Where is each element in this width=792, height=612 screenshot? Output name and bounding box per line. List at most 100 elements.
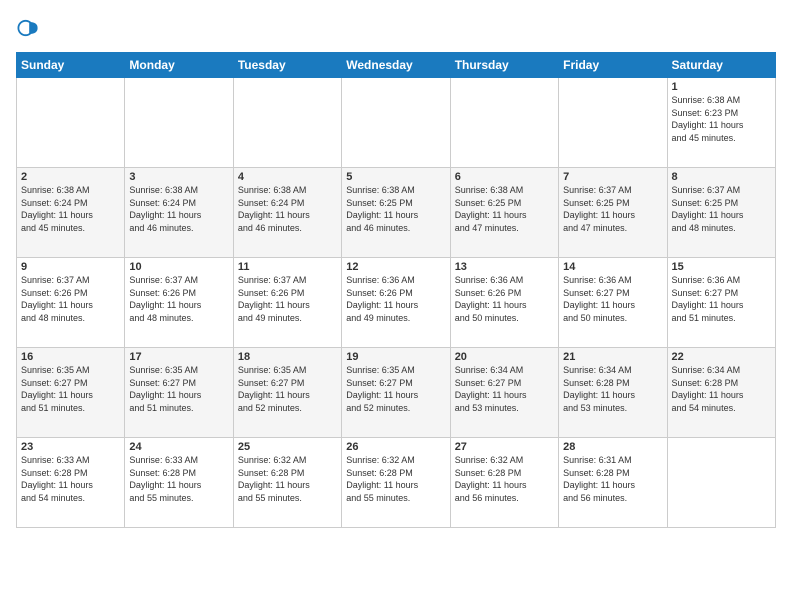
day-info: Sunrise: 6:36 AM Sunset: 6:27 PM Dayligh… xyxy=(672,274,771,324)
calendar-cell: 11Sunrise: 6:37 AM Sunset: 6:26 PM Dayli… xyxy=(233,258,341,348)
day-info: Sunrise: 6:34 AM Sunset: 6:27 PM Dayligh… xyxy=(455,364,554,414)
calendar-week-5: 23Sunrise: 6:33 AM Sunset: 6:28 PM Dayli… xyxy=(17,438,776,528)
calendar-cell: 6Sunrise: 6:38 AM Sunset: 6:25 PM Daylig… xyxy=(450,168,558,258)
day-info: Sunrise: 6:32 AM Sunset: 6:28 PM Dayligh… xyxy=(455,454,554,504)
day-number: 18 xyxy=(238,351,337,363)
calendar-cell xyxy=(342,78,450,168)
day-number: 2 xyxy=(21,171,120,183)
day-info: Sunrise: 6:34 AM Sunset: 6:28 PM Dayligh… xyxy=(672,364,771,414)
calendar-cell: 25Sunrise: 6:32 AM Sunset: 6:28 PM Dayli… xyxy=(233,438,341,528)
calendar-cell: 20Sunrise: 6:34 AM Sunset: 6:27 PM Dayli… xyxy=(450,348,558,438)
day-info: Sunrise: 6:33 AM Sunset: 6:28 PM Dayligh… xyxy=(21,454,120,504)
calendar-cell: 15Sunrise: 6:36 AM Sunset: 6:27 PM Dayli… xyxy=(667,258,775,348)
weekday-header-monday: Monday xyxy=(125,53,233,78)
day-number: 26 xyxy=(346,441,445,453)
day-number: 6 xyxy=(455,171,554,183)
calendar-cell xyxy=(233,78,341,168)
day-info: Sunrise: 6:38 AM Sunset: 6:25 PM Dayligh… xyxy=(455,184,554,234)
day-number: 28 xyxy=(563,441,662,453)
weekday-header-wednesday: Wednesday xyxy=(342,53,450,78)
calendar-cell: 16Sunrise: 6:35 AM Sunset: 6:27 PM Dayli… xyxy=(17,348,125,438)
day-number: 20 xyxy=(455,351,554,363)
day-number: 9 xyxy=(21,261,120,273)
day-number: 19 xyxy=(346,351,445,363)
calendar-cell: 3Sunrise: 6:38 AM Sunset: 6:24 PM Daylig… xyxy=(125,168,233,258)
day-info: Sunrise: 6:38 AM Sunset: 6:24 PM Dayligh… xyxy=(238,184,337,234)
day-number: 25 xyxy=(238,441,337,453)
calendar-cell: 23Sunrise: 6:33 AM Sunset: 6:28 PM Dayli… xyxy=(17,438,125,528)
calendar-cell: 8Sunrise: 6:37 AM Sunset: 6:25 PM Daylig… xyxy=(667,168,775,258)
day-info: Sunrise: 6:36 AM Sunset: 6:26 PM Dayligh… xyxy=(346,274,445,324)
calendar-cell: 22Sunrise: 6:34 AM Sunset: 6:28 PM Dayli… xyxy=(667,348,775,438)
calendar-week-3: 9Sunrise: 6:37 AM Sunset: 6:26 PM Daylig… xyxy=(17,258,776,348)
calendar-cell: 2Sunrise: 6:38 AM Sunset: 6:24 PM Daylig… xyxy=(17,168,125,258)
day-number: 21 xyxy=(563,351,662,363)
day-number: 4 xyxy=(238,171,337,183)
calendar-cell: 28Sunrise: 6:31 AM Sunset: 6:28 PM Dayli… xyxy=(559,438,667,528)
day-info: Sunrise: 6:35 AM Sunset: 6:27 PM Dayligh… xyxy=(238,364,337,414)
day-number: 27 xyxy=(455,441,554,453)
calendar-cell: 14Sunrise: 6:36 AM Sunset: 6:27 PM Dayli… xyxy=(559,258,667,348)
calendar-cell: 7Sunrise: 6:37 AM Sunset: 6:25 PM Daylig… xyxy=(559,168,667,258)
day-info: Sunrise: 6:32 AM Sunset: 6:28 PM Dayligh… xyxy=(238,454,337,504)
day-number: 23 xyxy=(21,441,120,453)
weekday-header-saturday: Saturday xyxy=(667,53,775,78)
day-info: Sunrise: 6:38 AM Sunset: 6:23 PM Dayligh… xyxy=(672,94,771,144)
day-number: 12 xyxy=(346,261,445,273)
calendar-cell: 17Sunrise: 6:35 AM Sunset: 6:27 PM Dayli… xyxy=(125,348,233,438)
calendar-header: SundayMondayTuesdayWednesdayThursdayFrid… xyxy=(17,53,776,78)
calendar-cell: 4Sunrise: 6:38 AM Sunset: 6:24 PM Daylig… xyxy=(233,168,341,258)
day-info: Sunrise: 6:37 AM Sunset: 6:26 PM Dayligh… xyxy=(238,274,337,324)
calendar-week-4: 16Sunrise: 6:35 AM Sunset: 6:27 PM Dayli… xyxy=(17,348,776,438)
day-info: Sunrise: 6:34 AM Sunset: 6:28 PM Dayligh… xyxy=(563,364,662,414)
day-number: 17 xyxy=(129,351,228,363)
day-number: 5 xyxy=(346,171,445,183)
day-info: Sunrise: 6:38 AM Sunset: 6:24 PM Dayligh… xyxy=(129,184,228,234)
calendar-cell: 24Sunrise: 6:33 AM Sunset: 6:28 PM Dayli… xyxy=(125,438,233,528)
calendar-cell: 19Sunrise: 6:35 AM Sunset: 6:27 PM Dayli… xyxy=(342,348,450,438)
calendar-cell: 13Sunrise: 6:36 AM Sunset: 6:26 PM Dayli… xyxy=(450,258,558,348)
day-number: 11 xyxy=(238,261,337,273)
calendar-cell: 27Sunrise: 6:32 AM Sunset: 6:28 PM Dayli… xyxy=(450,438,558,528)
day-number: 15 xyxy=(672,261,771,273)
weekday-header-tuesday: Tuesday xyxy=(233,53,341,78)
calendar-cell: 26Sunrise: 6:32 AM Sunset: 6:28 PM Dayli… xyxy=(342,438,450,528)
calendar-cell xyxy=(125,78,233,168)
day-number: 24 xyxy=(129,441,228,453)
calendar-cell: 1Sunrise: 6:38 AM Sunset: 6:23 PM Daylig… xyxy=(667,78,775,168)
calendar-cell: 12Sunrise: 6:36 AM Sunset: 6:26 PM Dayli… xyxy=(342,258,450,348)
day-info: Sunrise: 6:36 AM Sunset: 6:26 PM Dayligh… xyxy=(455,274,554,324)
day-number: 16 xyxy=(21,351,120,363)
day-info: Sunrise: 6:38 AM Sunset: 6:24 PM Dayligh… xyxy=(21,184,120,234)
day-info: Sunrise: 6:38 AM Sunset: 6:25 PM Dayligh… xyxy=(346,184,445,234)
day-number: 13 xyxy=(455,261,554,273)
calendar-table: SundayMondayTuesdayWednesdayThursdayFrid… xyxy=(16,52,776,528)
day-number: 1 xyxy=(672,81,771,93)
day-info: Sunrise: 6:37 AM Sunset: 6:25 PM Dayligh… xyxy=(563,184,662,234)
calendar-week-1: 1Sunrise: 6:38 AM Sunset: 6:23 PM Daylig… xyxy=(17,78,776,168)
calendar-cell: 5Sunrise: 6:38 AM Sunset: 6:25 PM Daylig… xyxy=(342,168,450,258)
day-info: Sunrise: 6:37 AM Sunset: 6:26 PM Dayligh… xyxy=(21,274,120,324)
logo xyxy=(16,16,44,40)
day-info: Sunrise: 6:35 AM Sunset: 6:27 PM Dayligh… xyxy=(21,364,120,414)
day-info: Sunrise: 6:35 AM Sunset: 6:27 PM Dayligh… xyxy=(346,364,445,414)
weekday-header-thursday: Thursday xyxy=(450,53,558,78)
page-header xyxy=(16,16,776,40)
day-number: 8 xyxy=(672,171,771,183)
day-info: Sunrise: 6:36 AM Sunset: 6:27 PM Dayligh… xyxy=(563,274,662,324)
calendar-cell xyxy=(450,78,558,168)
day-info: Sunrise: 6:37 AM Sunset: 6:25 PM Dayligh… xyxy=(672,184,771,234)
day-number: 22 xyxy=(672,351,771,363)
weekday-header-sunday: Sunday xyxy=(17,53,125,78)
day-number: 7 xyxy=(563,171,662,183)
day-number: 14 xyxy=(563,261,662,273)
day-info: Sunrise: 6:37 AM Sunset: 6:26 PM Dayligh… xyxy=(129,274,228,324)
calendar-cell xyxy=(17,78,125,168)
calendar-cell xyxy=(559,78,667,168)
weekday-header-friday: Friday xyxy=(559,53,667,78)
calendar-cell: 9Sunrise: 6:37 AM Sunset: 6:26 PM Daylig… xyxy=(17,258,125,348)
calendar-cell xyxy=(667,438,775,528)
day-number: 3 xyxy=(129,171,228,183)
calendar-cell: 10Sunrise: 6:37 AM Sunset: 6:26 PM Dayli… xyxy=(125,258,233,348)
day-info: Sunrise: 6:32 AM Sunset: 6:28 PM Dayligh… xyxy=(346,454,445,504)
